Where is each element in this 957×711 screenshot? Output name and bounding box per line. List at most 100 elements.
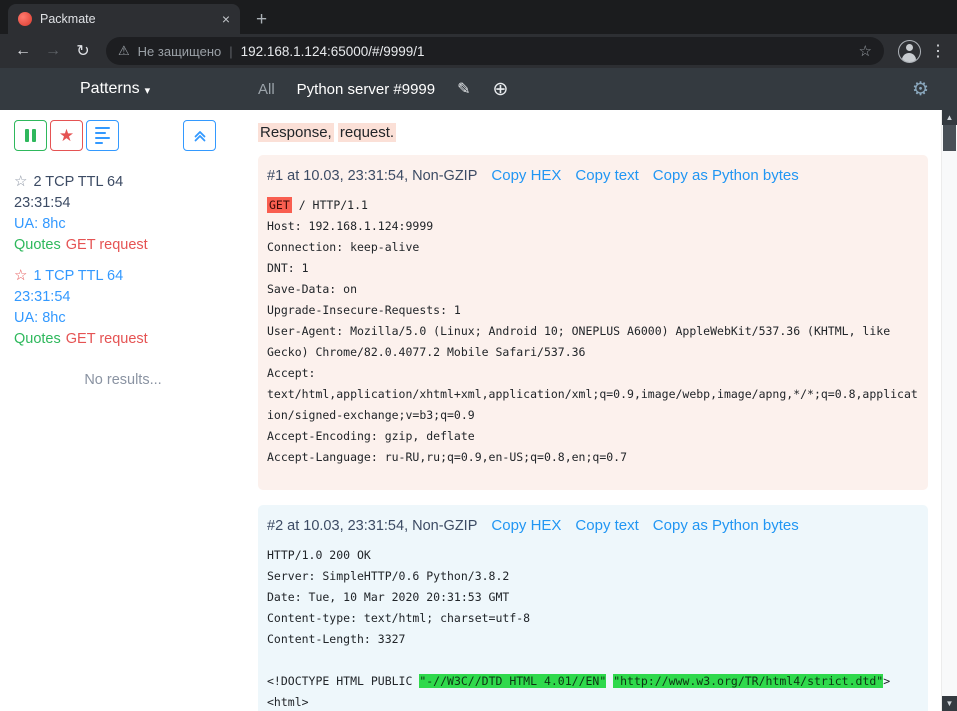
packet-header: #1 at 10.03, 23:31:54, Non-GZIP Copy HEX C… <box>267 167 920 184</box>
packet-text: <!DOCTYPE HTML PUBLIC <box>267 674 419 688</box>
packmate-favicon <box>18 12 32 26</box>
back-icon[interactable]: ← <box>8 42 38 60</box>
packet-content: HTTP/1.0 200 OKServer: SimpleHTTP/0.6 Py… <box>267 545 920 711</box>
copy-action-link[interactable]: Copy HEX <box>491 517 561 534</box>
scroll-down-button[interactable]: ▼ <box>942 696 957 711</box>
packet-text: / HTTP/1.1 <box>292 198 368 212</box>
scrollbar[interactable]: ▲ ▼ <box>941 110 957 711</box>
patterns-dropdown[interactable]: Patterns ▾ <box>80 80 150 98</box>
not-secure-warning-icon: ⚠ <box>118 43 130 59</box>
packet-block: #2 at 10.03, 23:31:54, Non-GZIP Copy HEX C… <box>258 505 928 711</box>
copy-action-link[interactable]: Copy as Python bytes <box>653 167 799 184</box>
packet-list: #1 at 10.03, 23:31:54, Non-GZIP Copy HEX C… <box>258 155 928 711</box>
tab-all[interactable]: All <box>258 81 275 98</box>
tab-title: Packmate <box>40 12 214 26</box>
packet-line: DNT: 1 <box>267 258 920 279</box>
browser-tab[interactable]: Packmate × <box>8 4 240 34</box>
packet-line: Connection: keep-alive <box>267 237 920 258</box>
double-chevron-up-icon <box>193 129 207 143</box>
packet-line: HTTP/1.0 200 OK <box>267 545 920 566</box>
collapse-sidebar-button[interactable] <box>183 120 216 151</box>
pattern-match: GET <box>267 197 292 213</box>
address-separator: | <box>229 44 232 59</box>
packet-header: #2 at 10.03, 23:31:54, Non-GZIP Copy HEX C… <box>267 517 920 534</box>
bookmark-star-icon[interactable]: ☆ <box>859 42 872 60</box>
tab-close-icon[interactable]: × <box>222 11 230 27</box>
stream-user-agent: UA: 8hc <box>14 308 232 329</box>
legend-pattern: Response, <box>258 123 334 142</box>
pattern-tag: Quotes <box>14 331 61 347</box>
favorite-star-icon[interactable]: ☆ <box>14 173 27 190</box>
packet-block: #1 at 10.03, 23:31:54, Non-GZIP Copy HEX C… <box>258 155 928 490</box>
stream-list: ☆2 TCP TTL 6423:31:54UA: 8hcQuotesGET re… <box>14 171 232 350</box>
list-lines-icon <box>95 127 110 145</box>
packet-line: Accept: text/html,application/xhtml+xml,… <box>267 363 920 426</box>
packet-line: Upgrade-Insecure-Requests: 1 <box>267 300 920 321</box>
packet-line: Content-Length: 3327 <box>267 629 920 650</box>
packet-line: Host: 192.168.1.124:9999 <box>267 216 920 237</box>
packet-id: #2 at 10.03, 23:31:54, Non-GZIP <box>267 518 477 534</box>
copy-action-link[interactable]: Copy text <box>575 517 638 534</box>
stream-list-item[interactable]: ☆ 1 TCP TTL 64 23:31:54UA: 8hc Quotes GET re… <box>14 265 232 350</box>
copy-action-link[interactable]: Copy HEX <box>491 167 561 184</box>
profile-avatar-icon[interactable] <box>898 40 921 63</box>
stream-time: 23:31:54 <box>14 287 232 308</box>
packet-line: <html> <box>267 692 920 711</box>
stream-time: 23:31:54 <box>14 193 232 214</box>
pattern-match: "http://www.w3.org/TR/html4/strict.dtd" <box>613 674 883 688</box>
address-bar[interactable]: ⚠ Не защищено | 192.168.1.124:65000/#/99… <box>106 37 884 65</box>
streams-sidebar: ★ ☆2 TCP TTL 6423:31:54UA: 8hcQuotesGET … <box>0 110 242 711</box>
tab-active-service[interactable]: Python server #9999 <box>297 81 435 98</box>
favorite-star-icon[interactable]: ☆ <box>14 267 27 284</box>
packet-line: GET / HTTP/1.1 <box>267 195 920 216</box>
filter-list-button[interactable] <box>86 120 119 151</box>
chevron-down-icon: ▾ <box>145 84 151 97</box>
packet-line: <!DOCTYPE HTML PUBLIC "-//W3C//DTD HTML … <box>267 671 920 692</box>
packet-line: Accept-Language: ru-RU,ru;q=0.9,en-US;q=… <box>267 447 920 468</box>
stream-title: 2 TCP TTL 64 <box>33 174 123 190</box>
packet-line <box>267 650 920 671</box>
packet-text: > <box>883 674 890 688</box>
pause-capture-button[interactable] <box>14 120 47 151</box>
pattern-tag: Quotes <box>14 237 61 253</box>
forward-icon[interactable]: → <box>38 42 68 60</box>
packet-line: Content-type: text/html; charset=utf-8 <box>267 608 920 629</box>
copy-action-link[interactable]: Copy as Python bytes <box>653 517 799 534</box>
copy-action-link[interactable]: Copy text <box>575 167 638 184</box>
scrollbar-thumb[interactable] <box>943 125 956 151</box>
packet-content: GET / HTTP/1.1Host: 192.168.1.124:9999Co… <box>267 195 920 468</box>
packet-line: Accept-Encoding: gzip, deflate <box>267 426 920 447</box>
browser-toolbar: ← → ↻ ⚠ Не защищено | 192.168.1.124:6500… <box>0 34 957 68</box>
add-service-icon[interactable]: ⊕ <box>493 80 509 99</box>
not-secure-label: Не защищено <box>138 44 222 59</box>
pattern-tag: GET request <box>66 237 148 253</box>
stream-list-item[interactable]: ☆ 2 TCP TTL 64 23:31:54UA: 8hc Quotes GET re… <box>14 171 232 256</box>
sidebar-toolbar: ★ <box>14 120 232 151</box>
pattern-match: "-//W3C//DTD HTML 4.01//EN" <box>419 674 606 688</box>
pattern-tag: GET request <box>66 331 148 347</box>
favorites-filter-button[interactable]: ★ <box>50 120 83 151</box>
patterns-legend: Response, request. <box>258 124 928 141</box>
patterns-label: Patterns <box>80 80 140 98</box>
scroll-up-button[interactable]: ▲ <box>942 110 957 125</box>
stream-tags: Quotes GET request <box>14 235 232 256</box>
edit-pencil-icon[interactable]: ✎ <box>457 79 470 99</box>
reload-icon[interactable]: ↻ <box>68 41 98 61</box>
packet-line: Date: Tue, 10 Mar 2020 20:31:53 GMT <box>267 587 920 608</box>
page-content: ★ ☆2 TCP TTL 6423:31:54UA: 8hcQuotesGET … <box>0 110 957 711</box>
new-tab-button[interactable]: + <box>256 10 267 29</box>
packet-line: User-Agent: Mozilla/5.0 (Linux; Android … <box>267 321 920 363</box>
settings-gear-icon[interactable]: ⚙ <box>912 78 929 101</box>
no-results-label: No results... <box>14 372 232 388</box>
app-navbar: Patterns ▾ All Python server #9999 ✎ ⊕ ⚙ <box>0 68 957 110</box>
stream-tags: Quotes GET request <box>14 329 232 350</box>
browser-menu-icon[interactable]: ⋮ <box>927 41 949 61</box>
url-text: 192.168.1.124:65000/#/9999/1 <box>241 44 851 59</box>
stream-title: 1 TCP TTL 64 <box>33 268 123 284</box>
packet-line: Save-Data: on <box>267 279 920 300</box>
star-icon: ★ <box>59 127 74 144</box>
stream-user-agent: UA: 8hc <box>14 214 232 235</box>
legend-pattern: request. <box>338 123 396 142</box>
browser-tab-strip: Packmate × + <box>0 0 957 34</box>
packet-id: #1 at 10.03, 23:31:54, Non-GZIP <box>267 168 477 184</box>
